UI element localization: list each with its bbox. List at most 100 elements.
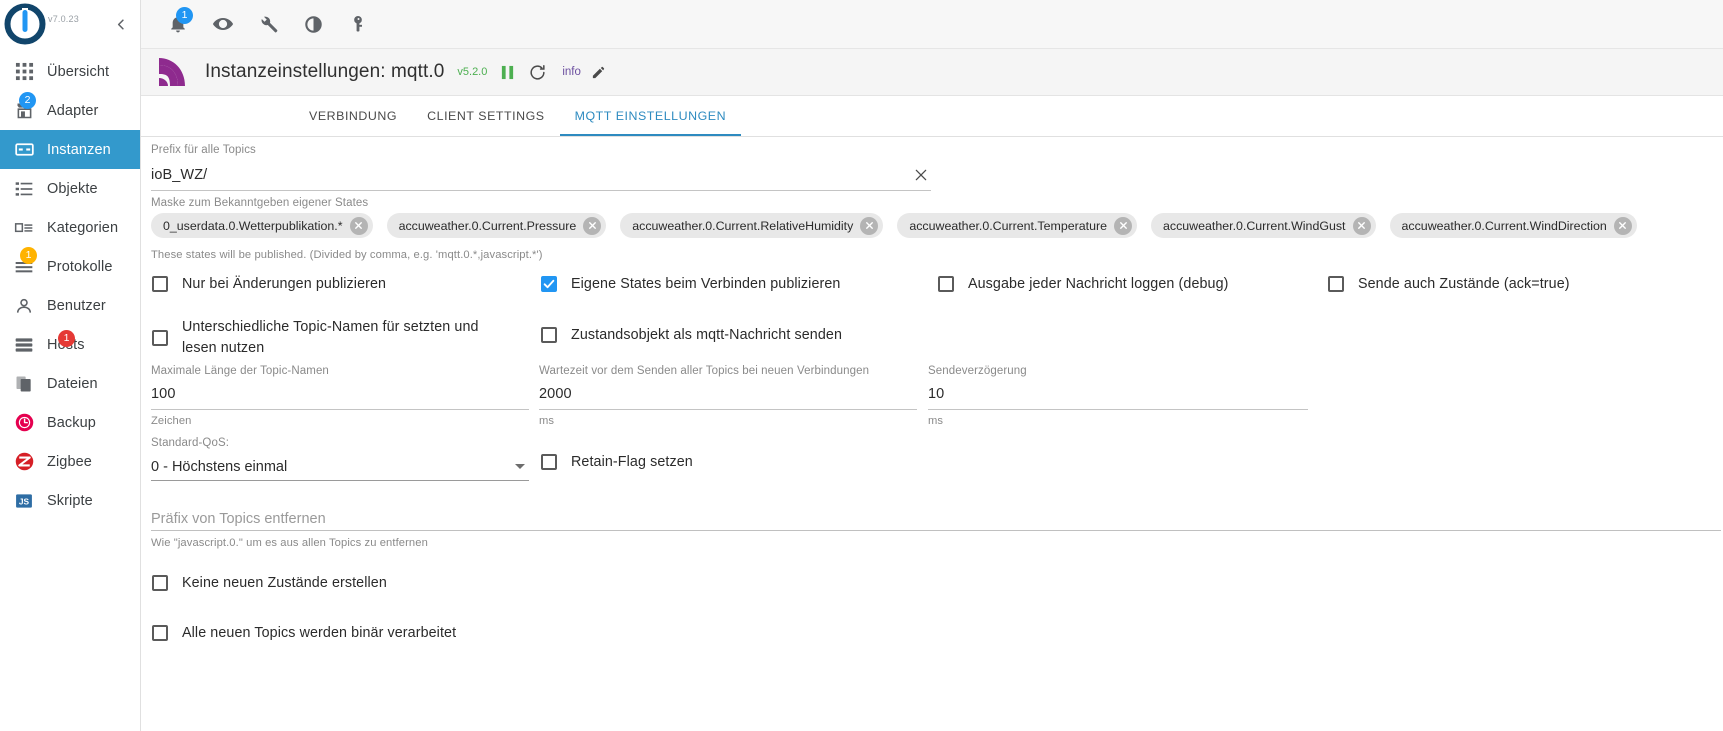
sidebar-item-protokolle[interactable]: 1 Protokolle [0,247,140,286]
sidebar-item-label: Protokolle [47,259,112,275]
checkbox-different-topic-names[interactable]: Unterschiedliche Topic-Namen für setzten… [152,317,512,359]
remove-prefix-placeholder: Präfix von Topics entfernen [151,511,326,527]
checkbox-state-object-as-msg[interactable]: Zustandsobjekt als mqtt-Nachricht senden [541,327,842,343]
sidebar-nav: Übersicht 2 Adapter [0,48,140,731]
admin-version: v7.0.23 [48,14,79,24]
person-icon [12,294,36,318]
tab-verbindung[interactable]: VERBINDUNG [294,96,412,136]
sidebar-item-skripte[interactable]: JS Skripte [0,481,140,520]
sidebar-item-hosts[interactable]: Hosts 1 [0,325,140,364]
chip-delete-icon[interactable] [1114,217,1132,235]
checkbox-label: Ausgabe jeder Nachricht loggen (debug) [968,276,1229,292]
mask-chip-list: 0_userdata.0.Wetterpublikation.* accuweat… [151,209,1721,238]
chip-delete-icon[interactable] [583,217,601,235]
checkbox-label: Alle neuen Topics werden binär verarbeit… [182,625,456,641]
hosts-icon [12,333,36,357]
max-topic-length-input[interactable]: 100 [151,381,529,410]
checkbox-no-new-states[interactable]: Keine neuen Zustände erstellen [152,575,387,591]
sidebar-item-label: Skripte [47,493,93,509]
sidebar-item-uebersicht[interactable]: Übersicht [0,52,140,91]
send-delay-value: 10 [928,386,1308,402]
pencil-icon[interactable] [591,65,606,80]
checkbox-box[interactable] [541,276,557,292]
eye-icon[interactable] [210,11,236,37]
chip-delete-icon[interactable] [350,217,368,235]
checkbox-box[interactable] [152,625,168,641]
top-toolbar: 1 [141,0,1723,49]
checkbox-binary-topics[interactable]: Alle neuen Topics werden binär verarbeit… [152,625,456,641]
checkbox-label: Unterschiedliche Topic-Namen für setzten… [182,317,512,359]
checkbox-box[interactable] [541,327,557,343]
instance-header: Instanzeinstellungen: mqtt.0 v5.2.0 info [141,49,1723,96]
qos-value: 0 - Höchstens einmal [151,459,515,475]
sidebar-item-benutzer[interactable]: Benutzer [0,286,140,325]
remove-prefix-input[interactable]: Präfix von Topics entfernen [151,503,1721,531]
key-icon[interactable] [345,11,371,37]
sidebar-item-zigbee[interactable]: Zigbee [0,442,140,481]
checkbox-debug-log[interactable]: Ausgabe jeder Nachricht loggen (debug) [938,276,1229,292]
checkbox-publish-own-on-connect[interactable]: Eigene States beim Verbinden publizieren [541,276,840,292]
sidebar-item-label: Benutzer [47,298,106,314]
sidebar-item-instanzen[interactable]: Instanzen [0,130,140,169]
close-icon[interactable] [913,167,931,183]
files-icon [12,372,36,396]
instances-icon [12,138,36,162]
wait-before-send-input[interactable]: 2000 [539,381,917,410]
tab-mqtt-einstellungen[interactable]: MQTT EINSTELLUNGEN [560,96,742,136]
mask-chip[interactable]: accuweather.0.Current.Pressure [387,213,607,238]
send-delay-group: Sendeverzögerung 10 ms [928,365,1308,427]
iobroker-logo [4,3,46,45]
mask-chip[interactable]: accuweather.0.Current.Temperature [897,213,1137,238]
prefix-input[interactable]: ioB_WZ/ [151,162,931,191]
mask-chip[interactable]: accuweather.0.Current.WindGust [1151,213,1376,238]
qos-label: Standard-QoS: [151,437,529,449]
checkbox-box[interactable] [541,454,557,470]
grid-icon [12,60,36,84]
sidebar-item-label: Zigbee [47,454,92,470]
pause-icon[interactable] [500,64,515,81]
info-link[interactable]: info [562,66,581,78]
checkbox-send-ack[interactable]: Sende auch Zustände (ack=true) [1328,276,1570,292]
page-title: Instanzeinstellungen: mqtt.0 [205,61,444,83]
mask-chip[interactable]: accuweather.0.Current.RelativeHumidity [620,213,883,238]
wrench-icon[interactable] [255,11,281,37]
sidebar-item-dateien[interactable]: Dateien [0,364,140,403]
bell-icon[interactable]: 1 [165,11,191,37]
chip-delete-icon[interactable] [1614,217,1632,235]
remove-prefix-group: Präfix von Topics entfernen Wie "javascr… [151,503,1721,549]
checkbox-box[interactable] [152,575,168,591]
sidebar-item-label: Übersicht [47,64,109,80]
mask-chip[interactable]: 0_userdata.0.Wetterpublikation.* [151,213,373,238]
chevron-down-icon[interactable] [515,464,525,469]
sidebar-item-backup[interactable]: Backup [0,403,140,442]
sidebar-item-label: Objekte [47,181,98,197]
sidebar-item-objekte[interactable]: Objekte [0,169,140,208]
sidebar-badge: 1 [20,247,37,264]
sidebar-badge: 1 [58,330,75,347]
sidebar-item-adapter[interactable]: 2 Adapter [0,91,140,130]
wait-before-send-unit: ms [539,415,917,427]
checkbox-publish-on-change[interactable]: Nur bei Änderungen publizieren [152,276,386,292]
brightness-icon[interactable] [300,11,326,37]
chevron-left-icon[interactable] [108,11,134,37]
sidebar-header: v7.0.23 [0,0,140,48]
send-delay-label: Sendeverzögerung [928,365,1308,377]
chip-delete-icon[interactable] [860,217,878,235]
tab-client-settings[interactable]: CLIENT SETTINGS [412,96,560,136]
checkbox-box[interactable] [152,330,168,346]
mask-chip-label: 0_userdata.0.Wetterpublikation.* [163,219,343,233]
sidebar-badge: 2 [19,92,36,109]
checkbox-box[interactable] [938,276,954,292]
chip-delete-icon[interactable] [1353,217,1371,235]
checkbox-box[interactable] [152,276,168,292]
sidebar-item-kategorien[interactable]: Kategorien [0,208,140,247]
send-delay-input[interactable]: 10 [928,381,1308,410]
mask-label: Maske zum Bekanntgeben eigener States [151,197,1721,209]
zigbee-icon [12,450,36,474]
qos-select[interactable]: 0 - Höchstens einmal [151,453,529,481]
refresh-icon[interactable] [528,63,547,82]
svg-text:JS: JS [19,496,30,506]
mask-chip[interactable]: accuweather.0.Current.WindDirection [1390,213,1637,238]
checkbox-retain-flag[interactable]: Retain-Flag setzen [541,454,693,470]
checkbox-box[interactable] [1328,276,1344,292]
